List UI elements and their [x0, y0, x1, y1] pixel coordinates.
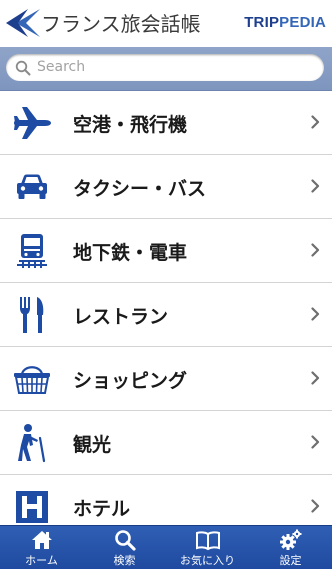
- search-bar: Search: [0, 47, 332, 91]
- tab-home[interactable]: ホーム: [0, 526, 83, 569]
- tab-label: 検索: [113, 554, 136, 567]
- hiker-icon: [10, 421, 54, 465]
- app-title: フランス旅会話帳: [41, 12, 201, 36]
- search-icon: [15, 60, 31, 76]
- brand-part2: PEDIA: [279, 14, 326, 31]
- menu-item-label: 空港・飛行機: [73, 114, 188, 136]
- chevron-right-icon: [311, 115, 320, 129]
- logo-chevron-icon: [6, 9, 40, 37]
- menu-item-shopping[interactable]: ショッピング: [0, 347, 332, 411]
- hotel-icon: [10, 485, 54, 528]
- tab-label: 設定: [279, 554, 302, 567]
- menu-item-subway-train[interactable]: 地下鉄・電車: [0, 219, 332, 283]
- tab-label: ホーム: [25, 554, 58, 567]
- chevron-right-icon: [311, 179, 320, 193]
- brand-part1: TRIP: [244, 14, 280, 31]
- home-icon: [0, 529, 83, 551]
- tab-favorites[interactable]: お気に入り: [166, 526, 249, 569]
- airplane-icon: [10, 101, 54, 145]
- chevron-right-icon: [311, 371, 320, 385]
- search-icon: [83, 529, 166, 551]
- tab-label: お気に入り: [180, 554, 235, 567]
- menu-item-taxi-bus[interactable]: タクシー・バス: [0, 155, 332, 219]
- menu-item-label: タクシー・バス: [73, 178, 207, 200]
- chevron-right-icon: [311, 243, 320, 257]
- menu-item-sightseeing[interactable]: 観光: [0, 411, 332, 475]
- menu-item-label: ショッピング: [73, 370, 188, 392]
- menu-item-label: 地下鉄・電車: [73, 242, 188, 264]
- search-input[interactable]: Search: [6, 54, 324, 81]
- app-header: フランス旅会話帳 TRIPPEDIA: [0, 0, 332, 47]
- tab-bar: ホーム 検索 お気に入り 設定: [0, 525, 332, 569]
- fork-knife-icon: [10, 293, 54, 337]
- tab-settings[interactable]: 設定: [249, 526, 332, 569]
- book-icon: [166, 529, 249, 551]
- train-icon: [10, 229, 54, 273]
- menu-item-label: ホテル: [73, 498, 131, 520]
- gear-icon: [249, 529, 332, 551]
- brand-logo: TRIPPEDIA: [244, 14, 326, 31]
- chevron-right-icon: [311, 499, 320, 513]
- menu-item-label: 観光: [73, 434, 112, 456]
- search-placeholder: Search: [37, 59, 86, 75]
- menu-item-airport[interactable]: 空港・飛行機: [0, 91, 332, 155]
- tab-search[interactable]: 検索: [83, 526, 166, 569]
- basket-icon: [10, 357, 54, 401]
- car-icon: [10, 165, 54, 209]
- menu-item-restaurant[interactable]: レストラン: [0, 283, 332, 347]
- menu-item-hotel[interactable]: ホテル: [0, 475, 332, 528]
- category-list: 空港・飛行機 タクシー・バス 地下鉄・電車 レストラン ショッピング 観光 ホテ…: [0, 91, 332, 528]
- chevron-right-icon: [311, 307, 320, 321]
- menu-item-label: レストラン: [73, 306, 169, 328]
- chevron-right-icon: [311, 435, 320, 449]
